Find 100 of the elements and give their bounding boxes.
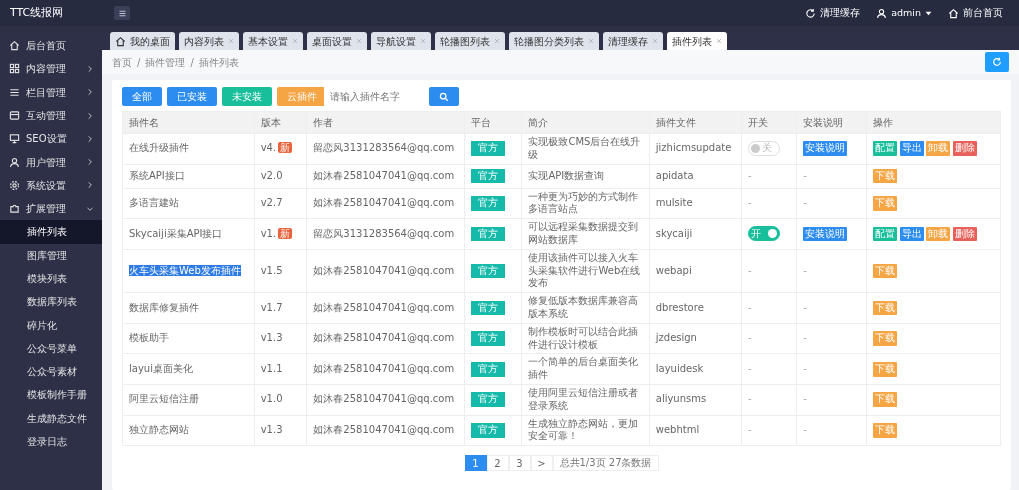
table-cell: - [796, 292, 867, 324]
sidebar-subitem[interactable]: 数据库列表 [0, 290, 102, 314]
menu-button[interactable] [114, 6, 130, 20]
sidebar-item[interactable]: 系统设置 [0, 173, 102, 198]
sidebar-item[interactable]: 内容管理 [0, 57, 102, 81]
page-button[interactable]: 3 [508, 455, 531, 472]
table-cell: 实现API数据查询 [521, 164, 650, 189]
plugin-name[interactable]: 阿里云短信注册 [129, 393, 199, 405]
platform-badge: 官方 [471, 196, 506, 211]
search-icon [439, 91, 449, 102]
user-icon [876, 7, 888, 19]
table-cell: skycaiji [649, 218, 742, 250]
plugin-name[interactable]: 在线升级插件 [129, 142, 189, 154]
delete-button[interactable]: 删除 [953, 226, 977, 242]
home-icon [9, 40, 20, 52]
sidebar-subitem[interactable]: 模块列表 [0, 266, 102, 291]
caret-icon [925, 9, 932, 17]
page-tab[interactable]: 内容列表 [179, 32, 239, 50]
table-cell: aliyunsms [649, 384, 742, 416]
sidebar-subitem[interactable]: 碎片化 [0, 313, 102, 337]
new-badge: 新 [278, 142, 293, 154]
plugin-name[interactable]: 模板助手 [129, 332, 169, 344]
platform-badge: 官方 [471, 392, 506, 408]
page-tab[interactable]: 轮播图分类列表 [509, 32, 599, 50]
install-guide-button[interactable]: 安装说明 [803, 141, 848, 157]
puzzle-icon [9, 203, 20, 215]
version-text: v1.3 [260, 332, 283, 344]
export-button[interactable]: 导出 [900, 226, 924, 242]
export-button[interactable]: 导出 [900, 141, 924, 157]
plugin-name[interactable]: 独立静态网站 [129, 423, 189, 435]
plugin-name[interactable]: layui桌面美化 [129, 362, 193, 374]
frontend-link[interactable]: 前台首页 [948, 5, 1003, 21]
close-icon [356, 38, 362, 44]
table-cell: mulsite [649, 188, 742, 219]
table-cell: 制作模板时可以结合此插件进行设计模板 [521, 323, 650, 354]
message-icon [9, 110, 20, 122]
breadcrumb-link[interactable]: 首页 [112, 54, 132, 70]
table-cell: - [741, 415, 797, 446]
page-button[interactable]: 1 [464, 455, 487, 472]
sidebar-item[interactable]: 用户管理 [0, 150, 102, 174]
plugin-name[interactable]: 火车头采集Web发布插件 [129, 264, 241, 276]
breadcrumb-current: 插件列表 [198, 55, 239, 70]
search-button[interactable] [429, 87, 459, 106]
page-tab[interactable]: 插件列表 [667, 32, 727, 50]
sidebar-subitem[interactable]: 登录日志 [0, 430, 102, 454]
sidebar-item[interactable]: 后台首页 [0, 34, 102, 58]
filter-button[interactable]: 已安装 [167, 87, 217, 106]
list-icon [9, 86, 20, 98]
sidebar-item[interactable]: 栏目管理 [0, 80, 102, 104]
page-tab[interactable]: 导航设置 [371, 32, 431, 50]
refresh-icon [992, 57, 1002, 67]
sidebar-subitem[interactable]: 公众号素材 [0, 360, 102, 384]
table-cell: webhtml [649, 415, 742, 446]
sidebar-item[interactable]: SEO设置 [0, 127, 102, 151]
page-tab[interactable]: 基本设置 [243, 32, 303, 50]
table-cell: layuidesk [649, 353, 742, 385]
close-icon [588, 38, 594, 44]
table-cell: 一种更为巧妙的方式制作多语言站点 [521, 188, 650, 219]
platform-badge: 官方 [471, 422, 506, 438]
column-header: 简介 [521, 111, 650, 134]
refresh-button[interactable] [985, 52, 1009, 72]
filter-button[interactable]: 全部 [122, 87, 162, 106]
table-cell: 如沐春2581047041@qq.com [306, 353, 465, 385]
breadcrumb-link[interactable]: 插件管理 [145, 54, 186, 70]
page-tab[interactable]: 桌面设置 [307, 32, 367, 50]
table-cell: jizhicmsupdate [649, 133, 742, 165]
version-text: v1.3 [260, 423, 283, 435]
page-button[interactable]: 2 [486, 455, 509, 472]
install-guide-button[interactable]: 安装说明 [803, 226, 848, 242]
sidebar-item[interactable]: 扩展管理 [0, 197, 102, 221]
page-tab[interactable]: 我的桌面 [110, 32, 175, 50]
version-text: v2.0 [260, 169, 283, 181]
logo-text: TTC线报网 [9, 4, 65, 21]
table-cell: 生成独立静态网站，更加安全可靠！ [521, 415, 650, 446]
clear-cache-link[interactable]: 清理缓存 [805, 5, 861, 21]
sidebar-item[interactable]: 互动管理 [0, 103, 102, 128]
table-cell: webapi [649, 249, 742, 293]
sidebar-subitem[interactable]: 公众号菜单 [0, 336, 102, 361]
page-button[interactable]: > [530, 455, 553, 472]
sidebar-subitem[interactable]: 模板制作手册 [0, 383, 102, 407]
table-cell: - [796, 323, 867, 354]
plugin-name[interactable]: 多语言建站 [129, 197, 179, 208]
close-icon [420, 38, 426, 44]
table-cell: dbrestore [649, 292, 742, 324]
table-cell: 修复低版本数据库兼容高版本系统 [521, 292, 650, 324]
sidebar-subitem[interactable]: 生成静态文件 [0, 406, 102, 431]
table-cell: 如沐春2581047041@qq.com [306, 188, 465, 219]
page-tab[interactable]: 轮播图列表 [435, 32, 505, 50]
plugin-name[interactable]: 数据库修复插件 [129, 301, 199, 313]
sidebar-subitem[interactable]: 图库管理 [0, 243, 102, 267]
delete-button[interactable]: 删除 [953, 141, 977, 157]
page-tab[interactable]: 清理缓存 [603, 32, 663, 50]
table-cell: - [741, 188, 797, 219]
user-menu[interactable]: admin [876, 5, 932, 21]
table-cell: 如沐春2581047041@qq.com [306, 323, 465, 354]
table-cell: 如沐春2581047041@qq.com [306, 292, 465, 324]
table-cell: 一个简单的后台桌面美化插件 [521, 353, 650, 385]
version-text: v2.7 [260, 197, 283, 208]
column-header: 开关 [741, 111, 797, 134]
sidebar-subitem[interactable]: 插件列表 [0, 220, 102, 244]
